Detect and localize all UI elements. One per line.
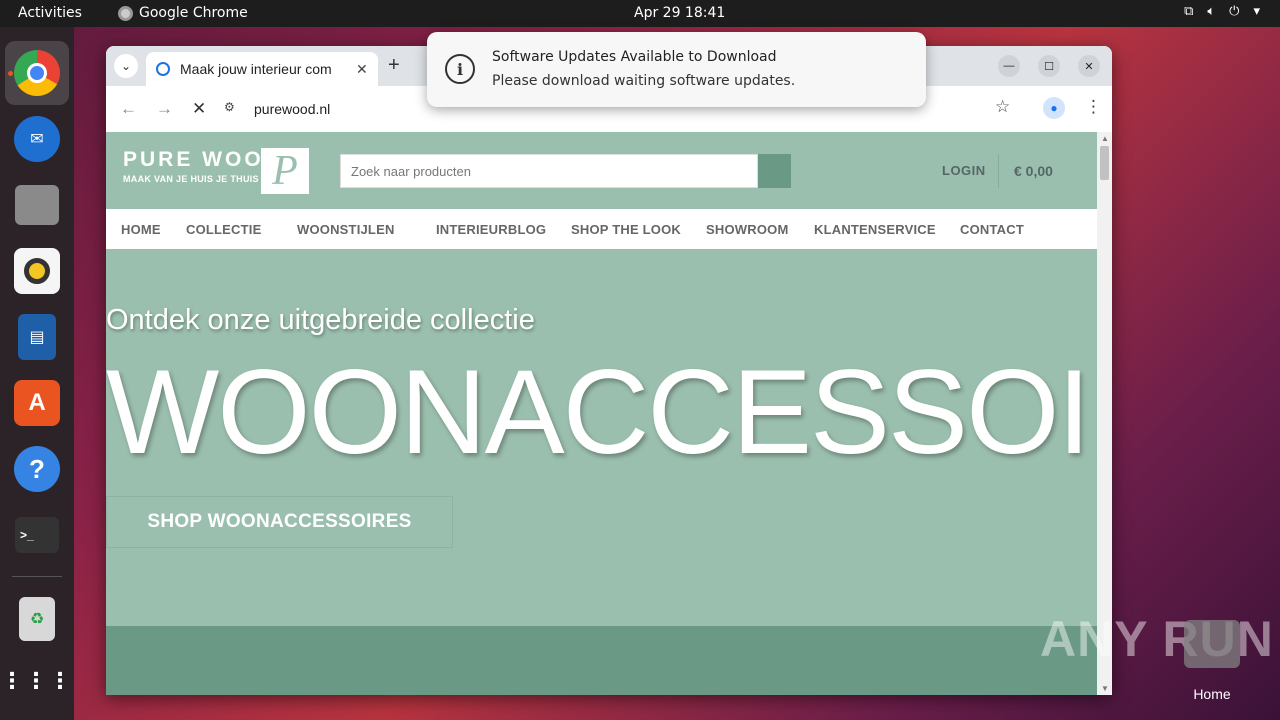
activities-button[interactable]: Activities bbox=[18, 5, 82, 21]
shop-woonaccessoires-button[interactable]: SHOP WOONACCESSOIRES bbox=[106, 496, 453, 548]
dock-rhythmbox[interactable] bbox=[5, 239, 69, 303]
dock-app-center[interactable]: A bbox=[5, 371, 69, 435]
nav-klantenservice[interactable]: KLANTENSERVICE bbox=[814, 222, 936, 237]
nav-woonstijlen[interactable]: WOONSTIJLEN bbox=[297, 222, 395, 237]
thunderbird-icon: ✉ bbox=[14, 116, 60, 162]
app-name: Google Chrome bbox=[139, 5, 248, 21]
search-button[interactable] bbox=[758, 154, 791, 188]
scroll-thumb[interactable] bbox=[1100, 146, 1109, 180]
stop-loading-icon[interactable]: ✕ bbox=[192, 99, 206, 119]
cart-total[interactable]: € 0,00 bbox=[1014, 163, 1053, 179]
site-settings-icon[interactable]: ⚙ bbox=[224, 100, 242, 118]
maximize-button[interactable]: ☐ bbox=[1038, 55, 1060, 77]
new-tab-button[interactable]: + bbox=[388, 54, 400, 77]
dock-separator bbox=[12, 576, 62, 577]
tab-active[interactable]: Maak jouw interieur com ✕ bbox=[146, 52, 378, 86]
page-viewport: PURE WOOD MAAK VAN JE HUIS JE THUIS P Zo… bbox=[106, 132, 1097, 695]
dock: ✉ ▤ A ? >_ ♻ ⋮⋮⋮ bbox=[0, 27, 74, 720]
dock-show-apps[interactable]: ⋮⋮⋮ bbox=[1, 649, 73, 713]
dock-files[interactable] bbox=[5, 173, 69, 237]
update-notification[interactable]: i Software Updates Available to Download… bbox=[427, 32, 926, 107]
chevron-down-icon: ⌄ bbox=[120, 59, 132, 73]
apps-grid-icon: ⋮⋮⋮ bbox=[1, 668, 73, 693]
dock-help[interactable]: ? bbox=[5, 437, 69, 501]
dock-terminal[interactable]: >_ bbox=[5, 503, 69, 567]
login-link[interactable]: LOGIN bbox=[942, 163, 986, 178]
menu-icon: ▾ bbox=[1253, 4, 1260, 19]
bookmark-star-icon[interactable]: ☆ bbox=[995, 97, 1010, 117]
nav-home[interactable]: HOME bbox=[121, 222, 161, 237]
running-indicator bbox=[8, 71, 13, 76]
rhythmbox-icon bbox=[14, 248, 60, 294]
footer-band bbox=[106, 626, 1097, 695]
chrome-icon bbox=[118, 5, 133, 21]
home-folder-icon bbox=[1184, 620, 1240, 668]
profile-icon: ● bbox=[1043, 97, 1065, 119]
trash-icon: ♻ bbox=[19, 597, 55, 641]
close-button[interactable]: ✕ bbox=[1078, 55, 1100, 77]
notification-title: Software Updates Available to Download bbox=[492, 49, 777, 65]
brand-tagline: MAAK VAN JE HUIS JE THUIS bbox=[123, 174, 259, 184]
url-text: purewood.nl bbox=[254, 101, 331, 117]
loading-favicon-icon bbox=[156, 62, 170, 76]
power-icon: ⏻ bbox=[1229, 4, 1240, 19]
system-tray[interactable]: ⧉ 🔈︎ ⏻ ▾ bbox=[1184, 4, 1260, 19]
nav-interieurblog[interactable]: INTERIEURBLOG bbox=[436, 222, 546, 237]
header-divider bbox=[998, 154, 999, 188]
clock[interactable]: Apr 29 18:41 bbox=[634, 5, 725, 21]
tab-title: Maak jouw interieur com bbox=[180, 61, 332, 77]
dock-trash[interactable]: ♻ bbox=[5, 587, 69, 651]
logo-mark-icon[interactable]: P bbox=[261, 148, 309, 194]
top-bar: Activities Google Chrome Apr 29 18:41 ⧉ … bbox=[0, 0, 1280, 27]
back-icon[interactable]: ← bbox=[120, 99, 137, 119]
files-icon bbox=[15, 185, 59, 225]
tab-search-button[interactable]: ⌄ bbox=[114, 54, 138, 78]
profile-button[interactable]: ● bbox=[1043, 97, 1065, 119]
nav-collectie[interactable]: COLLECTIE bbox=[186, 222, 261, 237]
dock-chrome[interactable] bbox=[5, 41, 69, 105]
terminal-icon: >_ bbox=[15, 517, 59, 553]
kebab-menu-icon[interactable]: ⋮ bbox=[1085, 97, 1102, 117]
tab-close-icon[interactable]: ✕ bbox=[356, 61, 368, 78]
help-icon: ? bbox=[14, 446, 60, 492]
chrome-window: ⌄ Maak jouw interieur com ✕ + — ☐ ✕ ← → … bbox=[106, 46, 1112, 695]
home-label: Home bbox=[1193, 686, 1231, 702]
libreoffice-impress-icon: ▤ bbox=[18, 314, 56, 360]
product-search-input[interactable]: Zoek naar producten bbox=[340, 154, 758, 188]
scroll-up-icon[interactable]: ▲ bbox=[1101, 134, 1109, 143]
volume-icon: 🔈︎ bbox=[1207, 4, 1216, 19]
hero-title: WOONACCESSOIRES bbox=[106, 345, 1097, 479]
hero-subtitle: Ontdek onze uitgebreide collectie bbox=[106, 304, 535, 336]
notification-body: Please download waiting software updates… bbox=[492, 73, 796, 89]
dock-thunderbird[interactable]: ✉ bbox=[5, 107, 69, 171]
scroll-down-icon[interactable]: ▼ bbox=[1101, 684, 1109, 693]
nav-showroom[interactable]: SHOWROOM bbox=[706, 222, 788, 237]
main-nav: HOME COLLECTIE WOONSTIJLEN INTERIEURBLOG… bbox=[106, 209, 1097, 249]
network-icon: ⧉ bbox=[1184, 4, 1194, 19]
brand-name: PURE WOOD bbox=[123, 148, 282, 171]
chrome-icon bbox=[14, 50, 60, 96]
nav-contact[interactable]: CONTACT bbox=[960, 222, 1024, 237]
minimize-button[interactable]: — bbox=[998, 55, 1020, 77]
app-menu[interactable]: Google Chrome bbox=[118, 5, 248, 21]
site-header: PURE WOOD MAAK VAN JE HUIS JE THUIS P Zo… bbox=[106, 132, 1097, 209]
nav-shop-the-look[interactable]: SHOP THE LOOK bbox=[571, 222, 681, 237]
desktop-home-folder[interactable]: Home bbox=[1184, 620, 1240, 702]
info-icon: i bbox=[445, 54, 475, 84]
forward-icon[interactable]: → bbox=[156, 99, 173, 119]
site-logo[interactable]: PURE WOOD MAAK VAN JE HUIS JE THUIS bbox=[123, 148, 282, 184]
app-center-icon: A bbox=[14, 380, 60, 426]
dock-impress[interactable]: ▤ bbox=[5, 305, 69, 369]
